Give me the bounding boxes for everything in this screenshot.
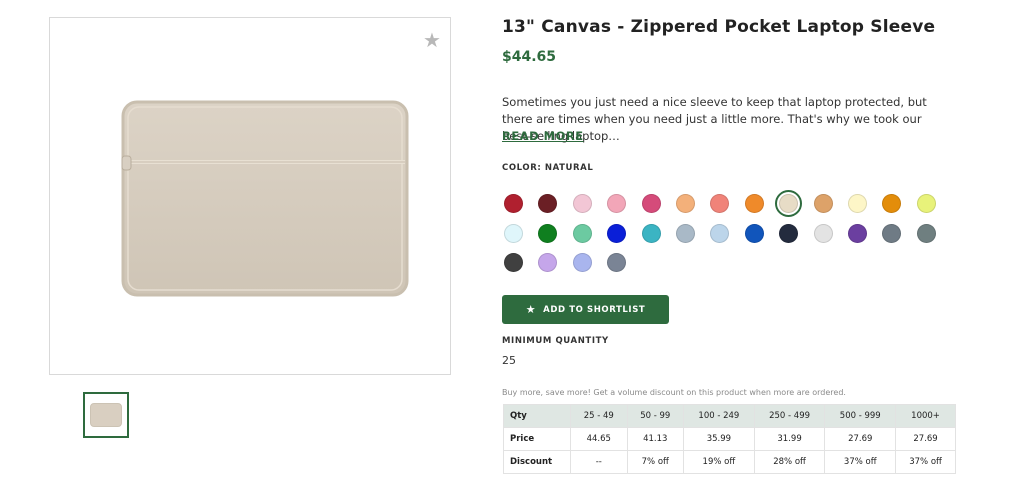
table-header-cell: 1000+ bbox=[895, 404, 956, 428]
color-swatch[interactable] bbox=[676, 223, 695, 243]
table-header-cell: 250 - 499 bbox=[753, 404, 826, 428]
favorite-star-icon[interactable]: ★ bbox=[420, 28, 444, 52]
table-header-cell: 100 - 249 bbox=[683, 404, 755, 428]
add-to-shortlist-label: ADD TO SHORTLIST bbox=[543, 304, 646, 315]
color-swatch[interactable] bbox=[744, 194, 764, 213]
color-swatch[interactable] bbox=[641, 194, 661, 213]
color-swatch[interactable] bbox=[710, 223, 730, 243]
table-header-row: Qty 25 - 49 50 - 99 100 - 249 250 - 499 … bbox=[503, 404, 956, 428]
table-cell: 27.69 bbox=[824, 427, 897, 451]
product-title: 13" Canvas - Zippered Pocket Laptop Slee… bbox=[502, 17, 936, 37]
table-row-discount: Discount -- 7% off 19% off 28% off 37% o… bbox=[503, 450, 956, 474]
table-cell: 37% off bbox=[824, 450, 897, 474]
volume-pricing-table: Qty 25 - 49 50 - 99 100 - 249 250 - 499 … bbox=[503, 404, 956, 474]
color-swatch[interactable] bbox=[607, 253, 627, 272]
table-cell: 35.99 bbox=[683, 427, 755, 451]
thumbnail-image[interactable] bbox=[83, 392, 129, 438]
table-header-cell: Qty bbox=[503, 404, 571, 428]
color-swatch[interactable] bbox=[710, 194, 730, 213]
minimum-quantity-label: MINIMUM QUANTITY bbox=[502, 336, 609, 346]
table-header-cell: 25 - 49 bbox=[570, 404, 628, 428]
product-image bbox=[121, 100, 409, 297]
color-swatch[interactable] bbox=[504, 223, 523, 243]
color-swatch[interactable] bbox=[813, 194, 833, 213]
volume-discount-note: Buy more, save more! Get a volume discou… bbox=[502, 388, 846, 397]
color-swatch[interactable] bbox=[641, 223, 661, 243]
color-swatch[interactable] bbox=[572, 194, 592, 213]
color-swatch[interactable] bbox=[744, 223, 764, 243]
table-cell: 44.65 bbox=[570, 427, 628, 451]
color-swatch[interactable] bbox=[848, 223, 867, 243]
table-cell: -- bbox=[570, 450, 628, 474]
color-swatch[interactable] bbox=[882, 194, 902, 213]
color-swatch[interactable] bbox=[676, 194, 695, 213]
product-price: $44.65 bbox=[502, 49, 557, 65]
color-swatch[interactable] bbox=[813, 223, 833, 243]
star-icon: ★ bbox=[525, 303, 537, 316]
color-swatch[interactable] bbox=[779, 223, 799, 243]
read-more-link[interactable]: READ MORE bbox=[502, 129, 584, 143]
table-cell: 27.69 bbox=[895, 427, 956, 451]
add-to-shortlist-button[interactable]: ★ ADD TO SHORTLIST bbox=[502, 295, 669, 324]
table-cell: 31.99 bbox=[753, 427, 826, 451]
product-image-frame: ★ bbox=[49, 17, 451, 375]
color-swatch[interactable] bbox=[775, 190, 803, 217]
table-cell: 7% off bbox=[626, 450, 685, 474]
table-cell: 19% off bbox=[683, 450, 755, 474]
table-row-price: Price 44.65 41.13 35.99 31.99 27.69 27.6… bbox=[503, 427, 956, 451]
color-swatch[interactable] bbox=[538, 194, 558, 213]
table-cell: 37% off bbox=[895, 450, 956, 474]
color-swatch[interactable] bbox=[538, 223, 558, 243]
table-cell: 28% off bbox=[753, 450, 826, 474]
color-swatch[interactable] bbox=[572, 223, 592, 243]
thumbnail-sleeve bbox=[90, 403, 122, 427]
color-swatch[interactable] bbox=[882, 223, 902, 243]
table-cell: Discount bbox=[503, 450, 571, 474]
color-swatch[interactable] bbox=[916, 223, 936, 243]
minimum-quantity-value: 25 bbox=[502, 354, 516, 367]
color-swatch[interactable] bbox=[916, 194, 936, 213]
color-swatch[interactable] bbox=[504, 194, 523, 213]
color-swatch[interactable] bbox=[848, 194, 867, 213]
color-swatch[interactable] bbox=[538, 253, 558, 272]
table-cell: 41.13 bbox=[626, 427, 685, 451]
color-swatch[interactable] bbox=[607, 223, 627, 243]
table-header-cell: 50 - 99 bbox=[626, 404, 685, 428]
color-swatch[interactable] bbox=[504, 253, 523, 272]
color-swatch[interactable] bbox=[572, 253, 592, 272]
color-label: COLOR: NATURAL bbox=[502, 163, 594, 173]
color-swatch[interactable] bbox=[607, 194, 627, 213]
table-cell: Price bbox=[503, 427, 571, 451]
table-header-cell: 500 - 999 bbox=[824, 404, 897, 428]
